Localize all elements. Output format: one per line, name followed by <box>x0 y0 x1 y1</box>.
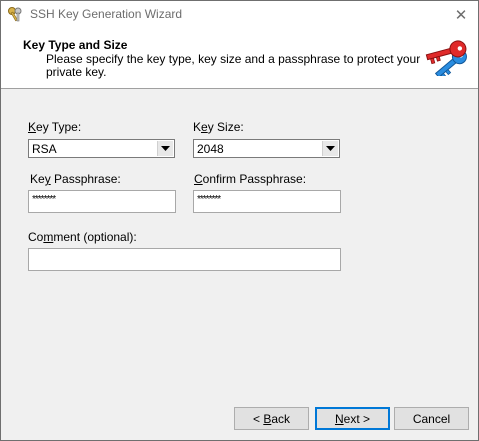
wizard-window: SSH Key Generation Wizard ✕ Key Type and… <box>0 0 479 441</box>
confirm-passphrase-value: ******** <box>197 194 221 205</box>
chevron-down-icon[interactable] <box>322 141 338 156</box>
key-passphrase-label: Key Passphrase: <box>30 172 121 186</box>
confirm-passphrase-field[interactable]: ******** <box>193 190 341 213</box>
key-size-value: 2048 <box>197 142 224 156</box>
comment-label: Comment (optional): <box>28 230 137 244</box>
key-type-value: RSA <box>32 142 57 156</box>
key-passphrase-field[interactable]: ******** <box>28 190 176 213</box>
page-description: Please specify the key type, key size an… <box>46 52 421 79</box>
cancel-button[interactable]: Cancel <box>394 407 469 430</box>
key-type-label: Key Type: <box>28 120 82 134</box>
page-title: Key Type and Size <box>23 38 128 52</box>
confirm-passphrase-label: Confirm Passphrase: <box>194 172 307 186</box>
key-size-label: Key Size: <box>193 120 244 134</box>
keys-icon <box>425 40 467 76</box>
wizard-header: Key Type and Size Please specify the key… <box>1 28 478 89</box>
app-keys-icon <box>8 7 22 22</box>
close-button[interactable]: ✕ <box>444 1 478 28</box>
comment-field[interactable] <box>28 248 341 271</box>
window-title: SSH Key Generation Wizard <box>30 7 183 21</box>
title-bar[interactable]: SSH Key Generation Wizard ✕ <box>1 1 478 28</box>
key-passphrase-value: ******** <box>32 194 56 205</box>
next-button[interactable]: Next > <box>315 407 390 430</box>
key-type-select[interactable]: RSA <box>28 139 175 158</box>
chevron-down-icon[interactable] <box>157 141 173 156</box>
close-icon: ✕ <box>454 6 468 24</box>
back-button[interactable]: < Back <box>234 407 309 430</box>
key-size-select[interactable]: 2048 <box>193 139 340 158</box>
